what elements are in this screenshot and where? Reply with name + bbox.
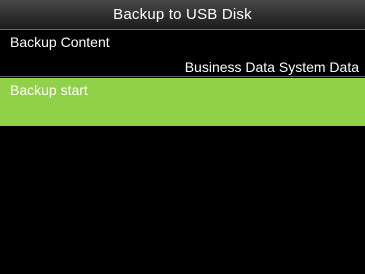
window-title: Backup to USB Disk — [0, 0, 365, 30]
backup-start-item[interactable]: Backup start — [0, 78, 365, 126]
backup-start-label: Backup start — [10, 82, 88, 98]
empty-list-area — [0, 126, 365, 274]
backup-content-label: Backup Content — [10, 34, 110, 50]
backup-content-value: Business Data System Data — [184, 59, 359, 75]
backup-content-item[interactable]: Backup Content Business Data System Data — [0, 31, 365, 77]
